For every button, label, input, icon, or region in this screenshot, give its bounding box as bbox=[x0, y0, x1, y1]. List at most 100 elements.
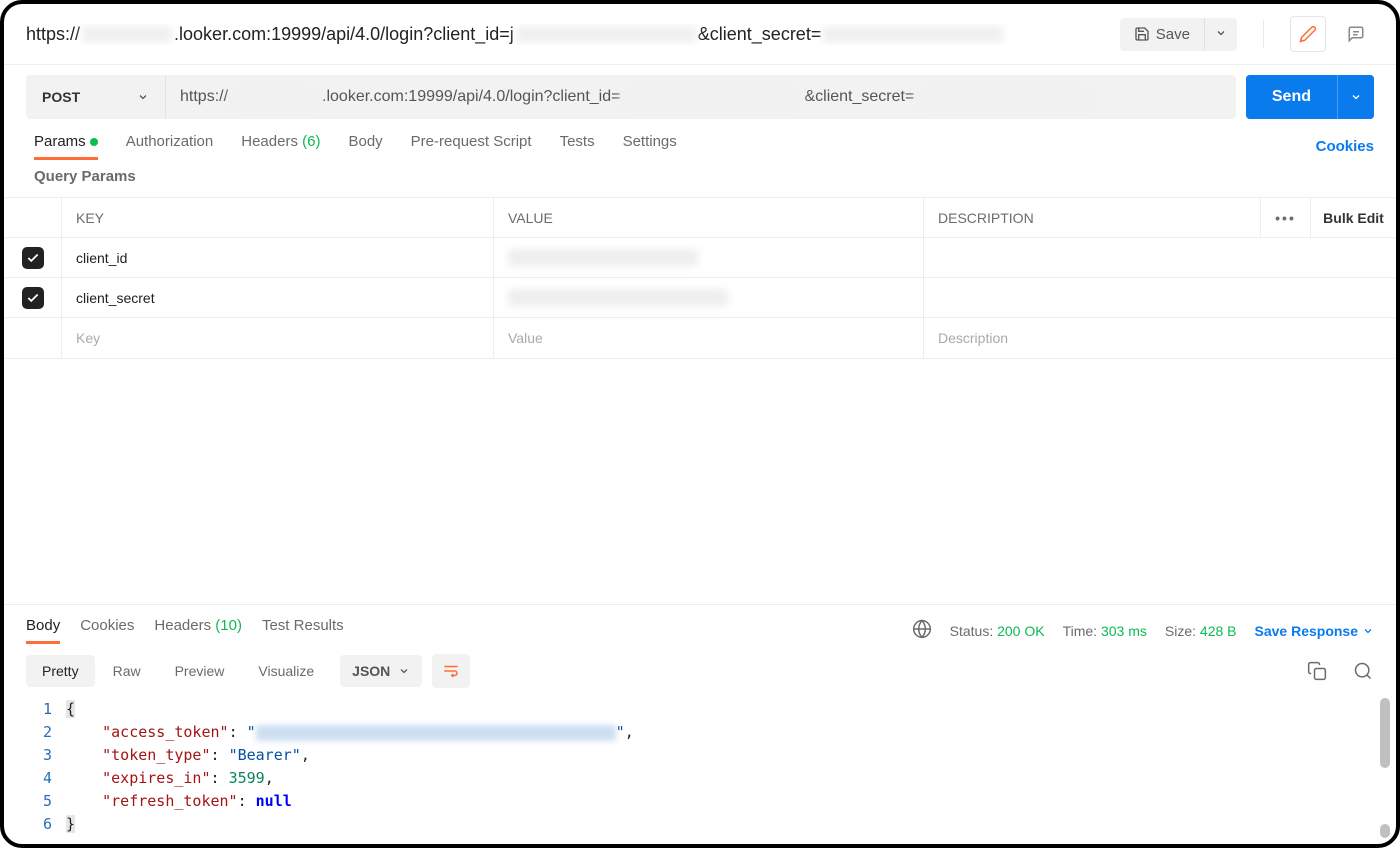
save-label: Save bbox=[1156, 26, 1190, 43]
time-value: 303 ms bbox=[1101, 623, 1147, 639]
pencil-icon bbox=[1299, 25, 1317, 43]
table-row: client_secret bbox=[4, 278, 1396, 318]
chevron-down-icon bbox=[398, 665, 410, 677]
divider bbox=[1263, 20, 1264, 48]
redacted-text bbox=[516, 26, 696, 43]
response-tab-headers[interactable]: Headers (10) bbox=[154, 617, 242, 644]
cookies-link[interactable]: Cookies bbox=[1316, 138, 1374, 155]
size-label: Size: 428 B bbox=[1165, 623, 1237, 639]
query-params-label: Query Params bbox=[4, 160, 1396, 193]
status-value: 200 OK bbox=[997, 623, 1044, 639]
response-tab-cookies[interactable]: Cookies bbox=[80, 617, 134, 644]
edit-button[interactable] bbox=[1290, 16, 1326, 52]
send-button[interactable]: Send bbox=[1246, 75, 1337, 119]
tab-authorization[interactable]: Authorization bbox=[126, 133, 214, 160]
save-response-button[interactable]: Save Response bbox=[1255, 623, 1375, 639]
view-visualize[interactable]: Visualize bbox=[242, 655, 330, 687]
copy-response-button[interactable] bbox=[1306, 660, 1328, 682]
col-value-header: VALUE bbox=[494, 198, 924, 237]
redacted-text bbox=[823, 26, 1003, 43]
code-content: { "access_token": "", "token_type": "Bea… bbox=[66, 698, 634, 836]
wrap-icon bbox=[441, 662, 461, 680]
response-tab-test-results[interactable]: Test Results bbox=[262, 617, 344, 644]
param-desc-input[interactable] bbox=[924, 238, 1396, 277]
language-label: JSON bbox=[352, 663, 390, 679]
scrollbar-thumb[interactable] bbox=[1380, 698, 1390, 768]
search-response-button[interactable] bbox=[1352, 660, 1374, 682]
param-enabled-checkbox[interactable] bbox=[22, 247, 44, 269]
tab-label: Headers bbox=[241, 133, 298, 150]
params-modified-indicator bbox=[90, 138, 98, 146]
tab-params[interactable]: Params bbox=[34, 133, 98, 160]
response-body-editor[interactable]: 123456 { "access_token": "", "token_type… bbox=[4, 698, 1396, 844]
col-check-empty bbox=[4, 318, 62, 358]
redacted-text bbox=[508, 289, 728, 306]
status-label: Status: 200 OK bbox=[950, 623, 1045, 639]
scrollbar-thumb[interactable] bbox=[1380, 824, 1390, 838]
view-raw[interactable]: Raw bbox=[97, 655, 157, 687]
url-part: .looker.com:19999/api/4.0/login?client_i… bbox=[322, 88, 620, 106]
time-label: Time: 303 ms bbox=[1063, 623, 1147, 639]
chevron-down-icon bbox=[1215, 27, 1227, 39]
comment-button[interactable] bbox=[1338, 16, 1374, 52]
col-check-header bbox=[4, 198, 62, 237]
http-method-select[interactable]: POST bbox=[26, 75, 166, 119]
redacted-text bbox=[508, 249, 698, 266]
redacted-text bbox=[622, 89, 802, 106]
tab-tests[interactable]: Tests bbox=[560, 133, 595, 160]
tab-label: Headers bbox=[154, 617, 211, 634]
param-key-input[interactable]: client_id bbox=[62, 238, 494, 277]
param-desc-input[interactable] bbox=[924, 278, 1396, 317]
param-desc-input[interactable]: Description bbox=[924, 318, 1396, 358]
view-preview[interactable]: Preview bbox=[159, 655, 241, 687]
headers-count: (10) bbox=[215, 617, 242, 634]
line-gutter: 123456 bbox=[26, 698, 66, 836]
send-options-button[interactable] bbox=[1337, 75, 1374, 119]
col-key-header: KEY bbox=[62, 198, 494, 237]
save-button[interactable]: Save bbox=[1120, 18, 1204, 51]
headers-count: (6) bbox=[302, 133, 320, 150]
save-icon bbox=[1134, 26, 1150, 42]
save-response-label: Save Response bbox=[1255, 623, 1359, 639]
table-header-row: KEY VALUE DESCRIPTION ••• Bulk Edit bbox=[4, 198, 1396, 238]
tab-headers[interactable]: Headers (6) bbox=[241, 133, 320, 160]
bulk-edit-button[interactable]: Bulk Edit bbox=[1310, 198, 1396, 237]
save-options-button[interactable] bbox=[1204, 18, 1237, 51]
redacted-text bbox=[82, 26, 172, 43]
chevron-down-icon bbox=[1350, 91, 1362, 103]
query-params-table: KEY VALUE DESCRIPTION ••• Bulk Edit clie… bbox=[4, 197, 1396, 359]
tab-label: Params bbox=[34, 133, 86, 150]
network-icon[interactable] bbox=[912, 619, 932, 642]
response-tab-body[interactable]: Body bbox=[26, 617, 60, 644]
url-part: &client_secret= bbox=[698, 24, 822, 45]
param-enabled-checkbox[interactable] bbox=[22, 287, 44, 309]
table-row: client_id bbox=[4, 238, 1396, 278]
size-value: 428 B bbox=[1200, 623, 1237, 639]
redacted-text bbox=[230, 89, 320, 106]
chevron-down-icon bbox=[1362, 625, 1374, 637]
wrap-lines-button[interactable] bbox=[432, 654, 470, 688]
param-key-input[interactable]: Key bbox=[62, 318, 494, 358]
table-row-empty: Key Value Description bbox=[4, 318, 1396, 358]
param-key-input[interactable]: client_secret bbox=[62, 278, 494, 317]
tab-body[interactable]: Body bbox=[348, 133, 382, 160]
url-part: &client_secret= bbox=[804, 88, 914, 106]
url-part: https:// bbox=[180, 88, 228, 106]
url-part: .looker.com:19999/api/4.0/login?client_i… bbox=[174, 24, 514, 45]
param-value-input[interactable] bbox=[494, 278, 924, 317]
param-value-input[interactable] bbox=[494, 238, 924, 277]
col-desc-header: DESCRIPTION bbox=[924, 198, 1260, 237]
table-column-options[interactable]: ••• bbox=[1260, 198, 1310, 237]
param-value-input[interactable]: Value bbox=[494, 318, 924, 358]
view-pretty[interactable]: Pretty bbox=[26, 655, 95, 687]
method-label: POST bbox=[42, 89, 80, 105]
chevron-down-icon bbox=[137, 91, 149, 103]
request-title-url: https://.looker.com:19999/api/4.0/login?… bbox=[26, 24, 1108, 45]
language-select[interactable]: JSON bbox=[340, 655, 422, 687]
tab-settings[interactable]: Settings bbox=[623, 133, 677, 160]
tab-prerequest-script[interactable]: Pre-request Script bbox=[411, 133, 532, 160]
comment-icon bbox=[1347, 25, 1365, 43]
request-url-input[interactable]: https:// .looker.com:19999/api/4.0/login?… bbox=[166, 75, 1236, 119]
redacted-text bbox=[916, 89, 1096, 106]
redacted-text bbox=[256, 725, 616, 741]
